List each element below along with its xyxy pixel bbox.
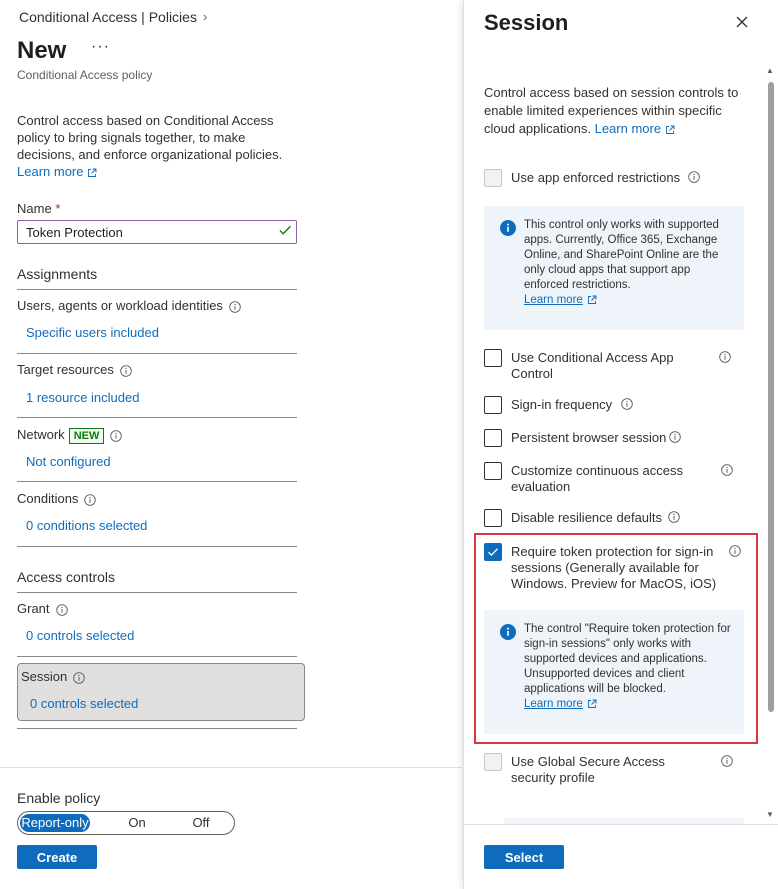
info-icon[interactable]: [721, 464, 733, 476]
app-enforced-info-box: This control only works with supported a…: [484, 206, 744, 330]
policy-name-input[interactable]: [17, 220, 297, 244]
app-enforced-learn-more-link[interactable]: Learn more: [524, 294, 597, 306]
app-control-label: Use Conditional Access App Control: [511, 350, 674, 381]
learn-more-link[interactable]: Learn more: [17, 164, 97, 179]
more-options-icon[interactable]: ···: [91, 38, 110, 56]
info-icon[interactable]: [719, 351, 731, 363]
scroll-down-arrow-icon[interactable]: ▼: [766, 810, 774, 819]
highlight-box: [474, 533, 758, 744]
global-secure-access-label: Use Global Secure Access security profil…: [511, 754, 665, 785]
new-badge: NEW: [68, 427, 105, 444]
users-link[interactable]: Specific users included: [26, 325, 159, 340]
info-icon[interactable]: [688, 171, 700, 183]
resilience-option: Disable resilience defaults: [484, 509, 746, 529]
persistent-session-checkbox[interactable]: [484, 429, 502, 447]
info-icon[interactable]: [621, 398, 633, 410]
global-secure-access-checkbox[interactable]: [484, 753, 502, 771]
footer-divider: [0, 767, 462, 768]
info-icon[interactable]: [110, 430, 122, 442]
app-control-option: Use Conditional Access App Control: [484, 349, 746, 383]
divider: [17, 592, 297, 593]
scrollbar-thumb[interactable]: [768, 82, 774, 712]
divider: [17, 289, 297, 290]
session-label: Session: [21, 669, 85, 684]
breadcrumb-policies[interactable]: Conditional Access | Policies: [19, 9, 197, 25]
create-button[interactable]: Create: [17, 845, 97, 869]
info-icon[interactable]: [229, 301, 241, 313]
app-enforced-label: Use app enforced restrictions: [511, 170, 681, 185]
signin-frequency-checkbox[interactable]: [484, 396, 502, 414]
info-icon[interactable]: [669, 431, 681, 443]
session-link[interactable]: 0 controls selected: [30, 696, 138, 711]
target-resources-label: Target resources: [17, 362, 132, 377]
divider: [17, 546, 297, 547]
divider: [17, 481, 297, 482]
enable-policy-label: Enable policy: [17, 790, 101, 806]
external-link-icon: [665, 125, 675, 135]
divider: [17, 728, 297, 729]
divider: [17, 353, 297, 354]
app-enforced-option: Use app enforced restrictions: [484, 169, 746, 189]
panel-footer: Select: [464, 824, 778, 889]
valid-check-icon: [279, 225, 292, 235]
info-icon[interactable]: [56, 604, 68, 616]
toggle-off[interactable]: Off: [168, 814, 234, 832]
cae-label: Customize continuous access evaluation: [511, 463, 683, 494]
name-label: Name *: [17, 201, 61, 216]
app-enforced-checkbox[interactable]: [484, 169, 502, 187]
access-controls-heading: Access controls: [17, 569, 116, 585]
target-resources-link[interactable]: 1 resource included: [26, 390, 139, 405]
toggle-report-only[interactable]: Report-only: [20, 814, 90, 832]
signin-frequency-label: Sign-in frequency: [511, 397, 613, 412]
breadcrumb-chevron-icon: ›: [203, 9, 208, 24]
resilience-label: Disable resilience defaults: [511, 510, 663, 525]
toggle-on[interactable]: On: [104, 814, 170, 832]
info-icon[interactable]: [120, 365, 132, 377]
network-label: Network NEW: [17, 427, 122, 444]
external-link-icon: [87, 168, 97, 178]
panel-description: Control access based on session controls…: [484, 85, 739, 136]
panel-title: Session: [484, 10, 569, 35]
panel-learn-more-link[interactable]: Learn more: [595, 121, 675, 136]
conditions-link[interactable]: 0 conditions selected: [26, 518, 147, 533]
cae-option: Customize continuous access evaluation: [484, 462, 746, 496]
global-secure-access-option: Use Global Secure Access security profil…: [484, 753, 746, 787]
select-button[interactable]: Select: [484, 845, 564, 869]
persistent-session-label: Persistent browser session: [511, 430, 667, 445]
resilience-checkbox[interactable]: [484, 509, 502, 527]
intro-text: Control access based on Conditional Acce…: [17, 113, 283, 162]
close-icon[interactable]: [734, 14, 750, 30]
cae-checkbox[interactable]: [484, 462, 502, 480]
scroll-up-arrow-icon[interactable]: ▲: [766, 66, 774, 75]
grant-link[interactable]: 0 controls selected: [26, 628, 134, 643]
network-link[interactable]: Not configured: [26, 454, 111, 469]
app-enforced-info-text: This control only works with supported a…: [524, 219, 719, 291]
signin-frequency-option: Sign-in frequency: [484, 396, 746, 416]
assignments-heading: Assignments: [17, 266, 98, 282]
conditions-label: Conditions: [17, 491, 96, 506]
info-filled-icon: [500, 220, 516, 236]
enable-policy-toggle: Report-only On Off: [17, 811, 235, 835]
page-subtitle: Conditional Access policy: [17, 68, 153, 82]
persistent-session-option: Persistent browser session: [484, 429, 746, 449]
info-icon[interactable]: [668, 511, 680, 523]
info-icon[interactable]: [73, 672, 85, 684]
divider: [17, 417, 297, 418]
page-title: New: [17, 37, 67, 64]
users-label: Users, agents or workload identities: [17, 298, 241, 313]
intro-description: Control access based on Conditional Acce…: [17, 112, 287, 180]
grant-label: Grant: [17, 601, 68, 616]
divider: [17, 656, 297, 657]
external-link-icon: [587, 295, 597, 305]
info-icon[interactable]: [84, 494, 96, 506]
app-control-checkbox[interactable]: [484, 349, 502, 367]
session-panel: Session Control access based on session …: [463, 0, 778, 889]
info-icon[interactable]: [721, 755, 733, 767]
policy-form: Conditional Access | Policies › New ··· …: [0, 0, 462, 889]
required-marker: *: [55, 201, 61, 216]
